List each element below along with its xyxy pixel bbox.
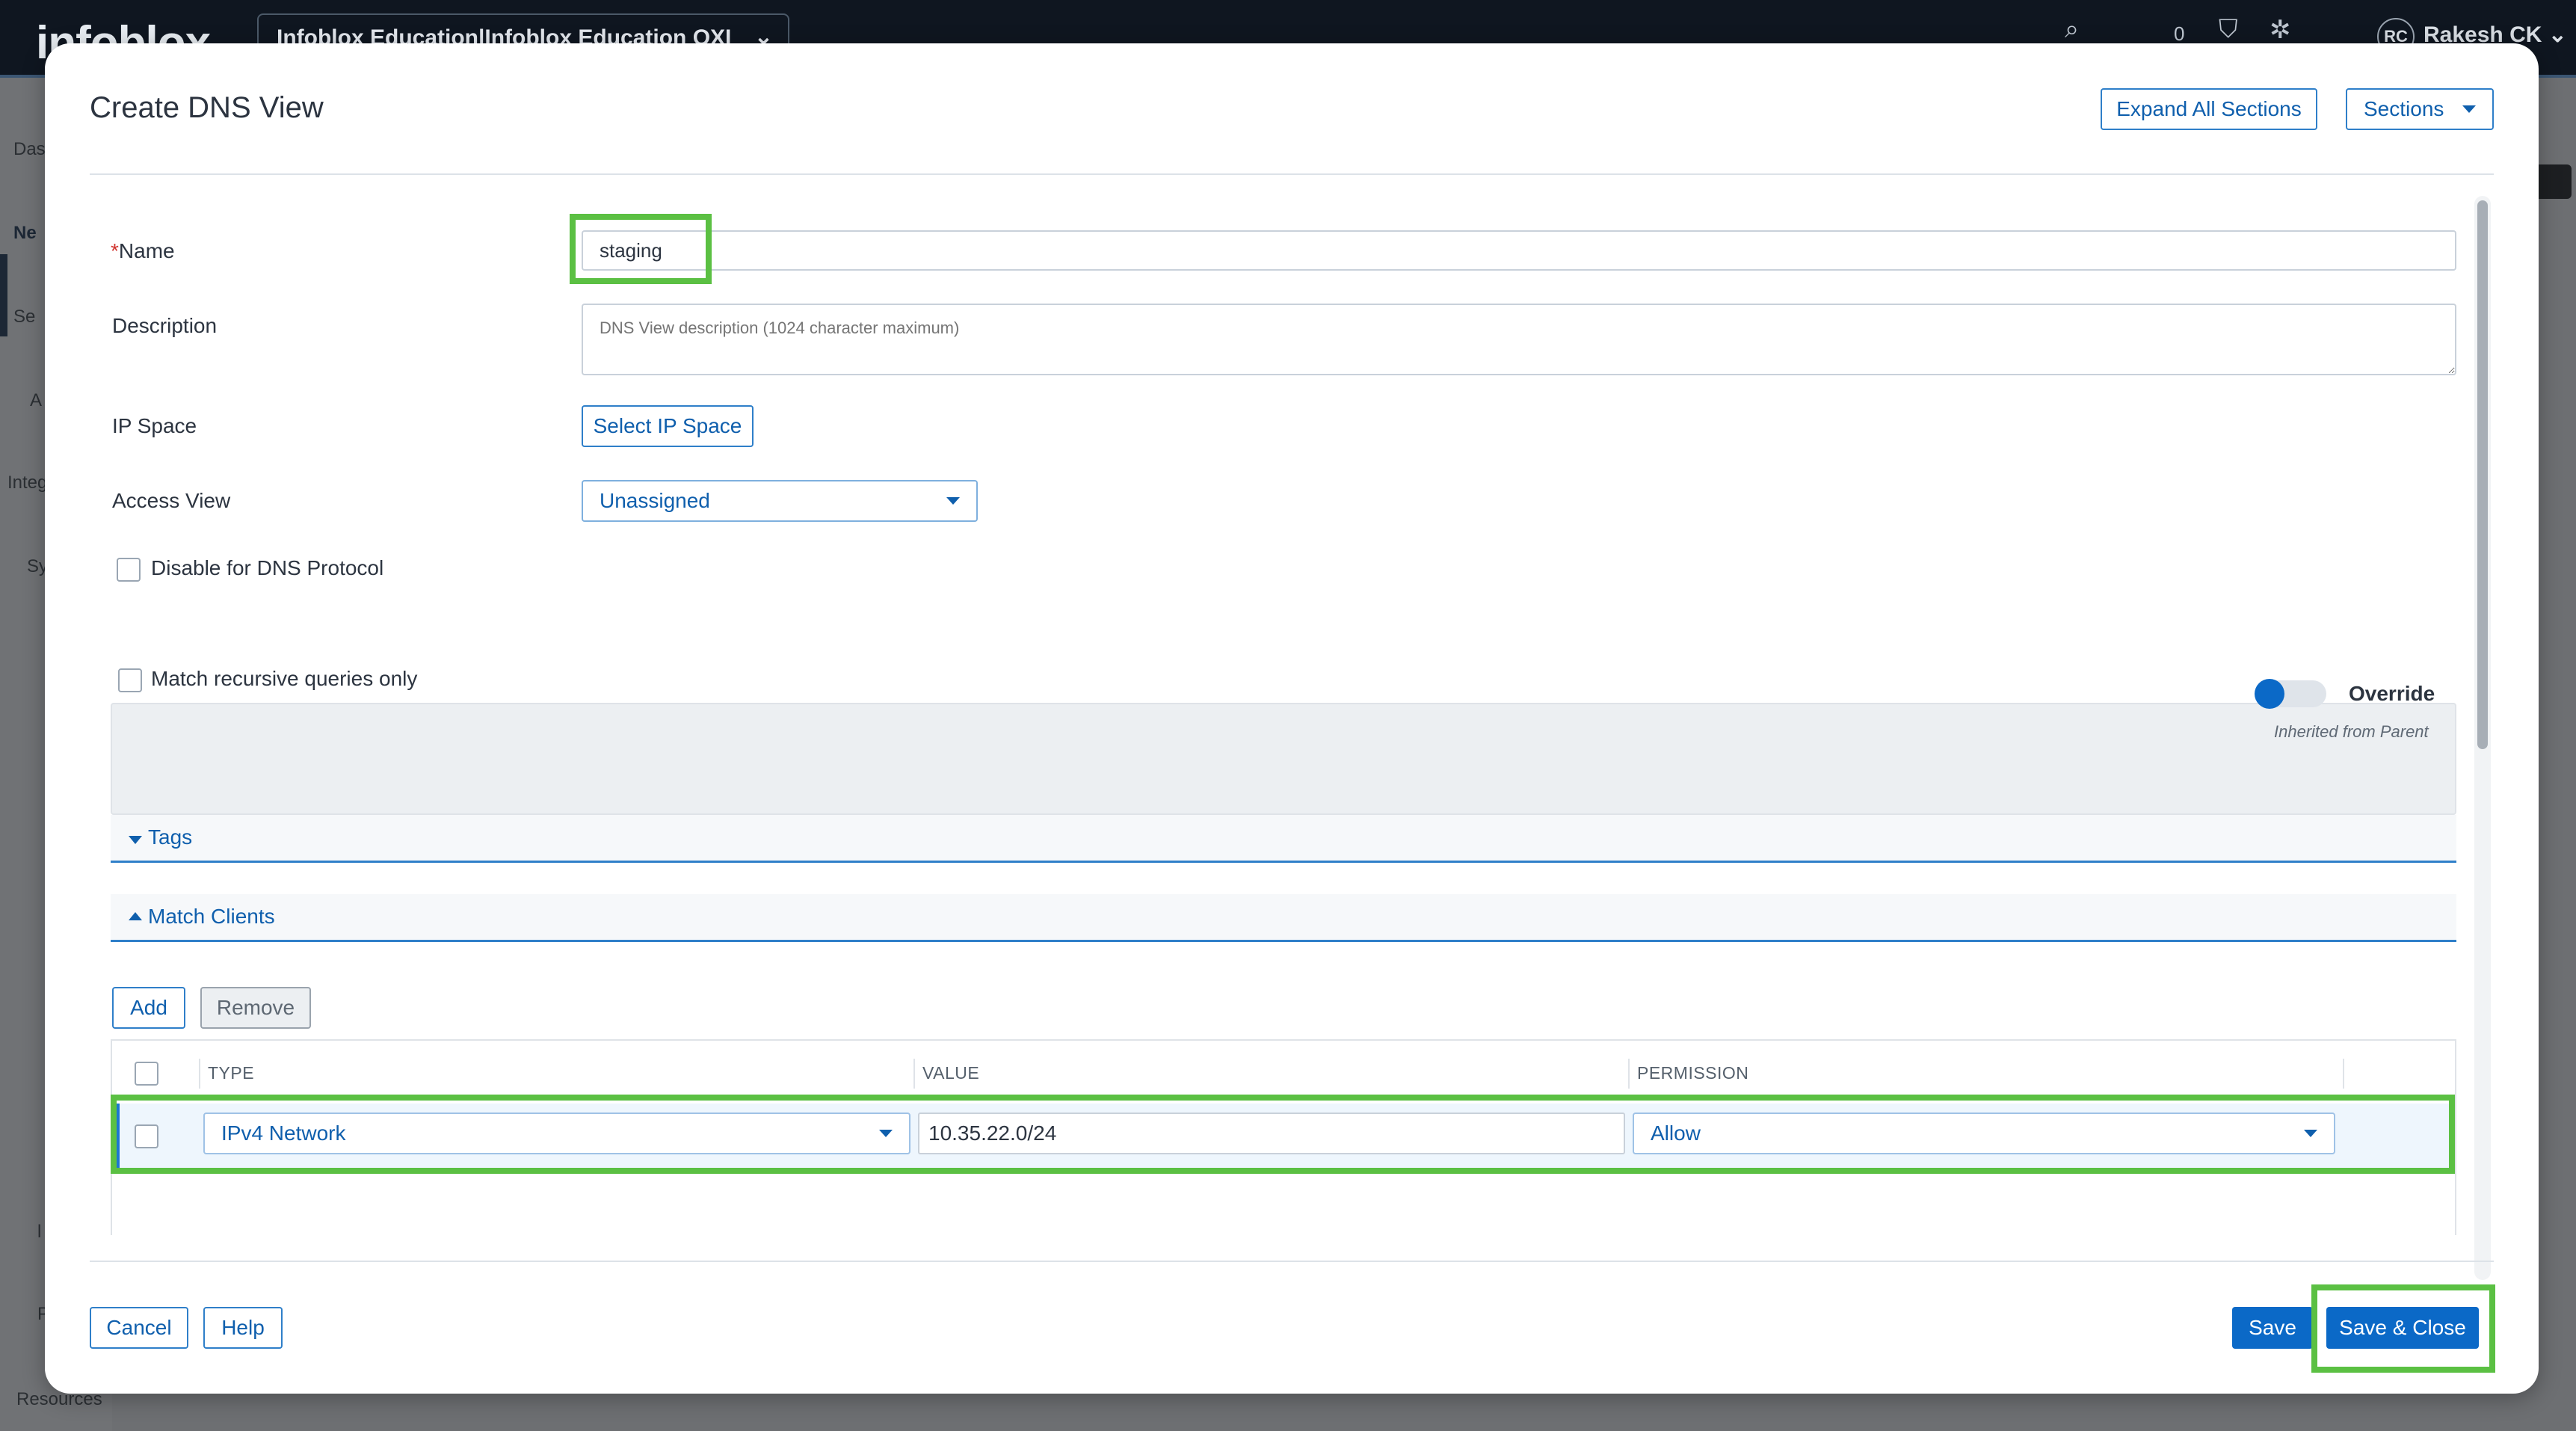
override-label: Override xyxy=(2349,682,2435,705)
required-mark: * xyxy=(111,239,119,262)
caret-up-icon xyxy=(129,912,142,920)
nav-item-networks[interactable]: Ne xyxy=(13,223,37,244)
ip-space-label: IP Space xyxy=(112,414,197,437)
match-recursive-checkbox[interactable] xyxy=(118,668,142,692)
cancel-button[interactable]: Cancel xyxy=(90,1307,188,1349)
tags-section-label: Tags xyxy=(148,825,193,849)
permission-select[interactable]: Allow xyxy=(1633,1113,2335,1154)
tags-section-header[interactable]: Tags xyxy=(111,815,2456,863)
nav-item-security[interactable]: Se xyxy=(13,307,35,327)
caret-down-icon xyxy=(946,497,960,505)
header-divider xyxy=(90,173,2494,175)
access-view-label: Access View xyxy=(112,489,231,512)
access-view-value: Unassigned xyxy=(600,489,710,512)
description-label: Description xyxy=(112,314,218,337)
name-label-text: Name xyxy=(118,239,175,262)
nav-item-integrations[interactable]: Integ xyxy=(7,473,47,493)
type-select[interactable]: IPv4 Network xyxy=(203,1113,910,1154)
match-recursive-label: Match recursive queries only xyxy=(151,667,418,690)
nav-item-dashboard[interactable]: Das xyxy=(13,139,46,160)
match-clients-section-label: Match Clients xyxy=(148,905,275,928)
create-dns-view-dialog: Create DNS View Expand All Sections Sect… xyxy=(45,43,2539,1394)
sections-label: Sections xyxy=(2364,97,2444,120)
match-clients-grid: TYPE VALUE PERMISSION IPv4 Network Allow xyxy=(111,1039,2456,1235)
column-separator xyxy=(1628,1059,1630,1089)
row-checkbox[interactable] xyxy=(135,1124,158,1148)
permission-value: Allow xyxy=(1651,1121,1701,1145)
shield-icon[interactable]: ⛉ xyxy=(2219,15,2238,44)
add-match-client-button[interactable]: Add xyxy=(112,987,185,1029)
column-separator xyxy=(2343,1059,2344,1089)
save-button[interactable]: Save xyxy=(2232,1307,2313,1349)
column-separator xyxy=(199,1059,200,1089)
disable-dns-checkbox[interactable] xyxy=(117,558,141,582)
accessibility-icon[interactable]: ✲ xyxy=(2270,15,2291,45)
chevron-down-icon: ⌄ xyxy=(2542,22,2567,47)
notification-count[interactable]: 0 xyxy=(2174,22,2184,46)
save-and-close-button[interactable]: Save & Close xyxy=(2326,1307,2479,1349)
table-row: IPv4 Network Allow xyxy=(115,1104,2455,1171)
name-label: *Name xyxy=(111,239,175,263)
description-textarea[interactable] xyxy=(582,304,2456,375)
caret-down-icon xyxy=(2462,105,2476,113)
dialog-title: Create DNS View xyxy=(90,91,324,124)
override-toggle[interactable] xyxy=(2255,679,2326,709)
access-view-select[interactable]: Unassigned xyxy=(582,480,978,522)
dialog-scrollbar-thumb[interactable] xyxy=(2477,200,2488,749)
nav-item-a[interactable]: A xyxy=(30,390,42,411)
caret-down-icon xyxy=(129,836,142,844)
sections-dropdown[interactable]: Sections xyxy=(2346,88,2494,130)
active-nav-indicator xyxy=(0,254,7,336)
column-separator xyxy=(913,1059,915,1089)
footer-divider xyxy=(90,1261,2494,1262)
caret-down-icon xyxy=(2304,1130,2317,1137)
inherited-from-parent-text: Inherited from Parent xyxy=(2274,722,2429,741)
remove-match-client-button[interactable]: Remove xyxy=(200,987,311,1029)
match-recursive-panel xyxy=(111,703,2456,815)
help-button[interactable]: Help xyxy=(203,1307,283,1349)
search-icon[interactable]: ⌕ xyxy=(2065,15,2079,44)
type-value: IPv4 Network xyxy=(221,1121,346,1145)
expand-all-sections-button[interactable]: Expand All Sections xyxy=(2101,88,2317,130)
toggle-knob xyxy=(2255,679,2284,709)
match-clients-section-header[interactable]: Match Clients xyxy=(111,894,2456,942)
column-header-permission[interactable]: PERMISSION xyxy=(1637,1063,1748,1083)
name-input[interactable] xyxy=(582,230,2456,271)
select-all-checkbox[interactable] xyxy=(135,1062,158,1086)
value-input[interactable] xyxy=(918,1113,1625,1154)
nav-item-l[interactable]: l xyxy=(37,1222,41,1243)
column-header-type[interactable]: TYPE xyxy=(208,1063,254,1083)
disable-dns-label: Disable for DNS Protocol xyxy=(151,556,384,579)
select-ip-space-button[interactable]: Select IP Space xyxy=(582,405,754,447)
column-header-value[interactable]: VALUE xyxy=(922,1063,979,1083)
grid-header: TYPE VALUE PERMISSION xyxy=(112,1039,2455,1104)
caret-down-icon xyxy=(879,1130,893,1137)
